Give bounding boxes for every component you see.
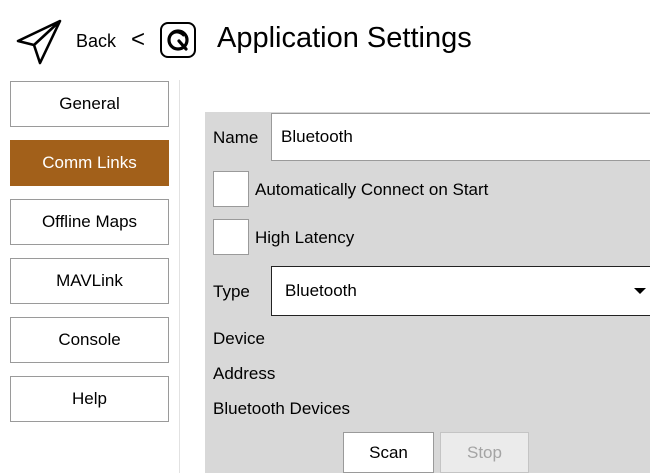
sidebar-item-mavlink[interactable]: MAVLink bbox=[10, 258, 169, 304]
sidebar-divider bbox=[179, 80, 180, 473]
back-chevron-icon[interactable]: < bbox=[131, 26, 145, 54]
sidebar-item-comm-links[interactable]: Comm Links bbox=[10, 140, 169, 186]
sidebar-item-help[interactable]: Help bbox=[10, 376, 169, 422]
sidebar-item-console[interactable]: Console bbox=[10, 317, 169, 363]
back-button[interactable]: Back bbox=[76, 31, 116, 52]
device-label: Device bbox=[213, 329, 265, 348]
caret-down-icon bbox=[634, 288, 646, 294]
type-select-value: Bluetooth bbox=[285, 281, 357, 300]
high-latency-checkbox[interactable] bbox=[213, 219, 249, 255]
type-select[interactable]: Bluetooth bbox=[271, 266, 650, 316]
auto-connect-checkbox[interactable] bbox=[213, 171, 249, 207]
name-label: Name bbox=[213, 128, 259, 147]
sidebar-item-offline-maps[interactable]: Offline Maps bbox=[10, 199, 169, 245]
header: Back < Application Settings bbox=[0, 0, 650, 80]
type-label: Type bbox=[213, 282, 250, 301]
qgc-logo-icon bbox=[160, 22, 196, 58]
auto-connect-label: Automatically Connect on Start bbox=[255, 180, 489, 199]
page-title: Application Settings bbox=[217, 22, 472, 54]
paper-plane-icon bbox=[16, 19, 62, 65]
address-label: Address bbox=[213, 364, 276, 383]
high-latency-label: High Latency bbox=[255, 228, 355, 247]
sidebar-item-general[interactable]: General bbox=[10, 81, 169, 127]
scan-button[interactable]: Scan bbox=[343, 432, 434, 473]
bluetooth-devices-label: Bluetooth Devices bbox=[213, 399, 351, 418]
name-input[interactable]: Bluetooth bbox=[271, 113, 650, 161]
stop-button[interactable]: Stop bbox=[440, 432, 529, 473]
